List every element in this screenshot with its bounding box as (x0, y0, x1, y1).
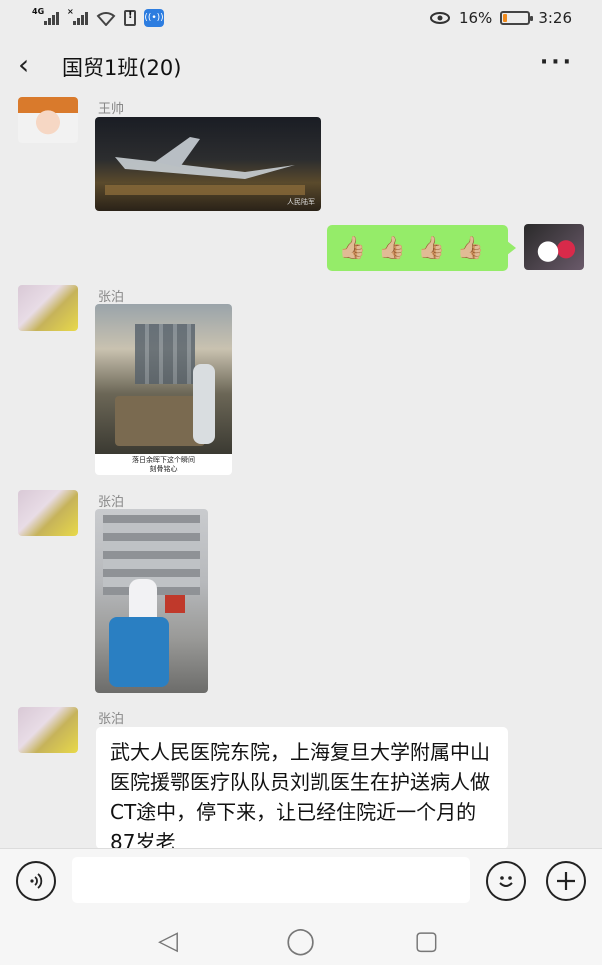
avatar[interactable] (18, 97, 78, 143)
more-dots-icon[interactable]: ··· (540, 50, 574, 75)
sender-name: 王帅 (98, 102, 125, 117)
message-bubble-outgoing[interactable]: 👍🏼👍🏼👍🏼👍🏼 (327, 225, 516, 271)
clock: 3:26 (538, 9, 572, 27)
wheelchair-patient (109, 617, 169, 687)
image-caption: 落日余晖下这个瞬间 刻骨铭心 (132, 456, 195, 473)
nav-back-icon[interactable]: ◁ (158, 926, 178, 956)
battery-alert-icon (124, 10, 136, 26)
battery-icon (500, 11, 534, 25)
signal-icon: 4G (32, 7, 59, 25)
voice-icon[interactable] (16, 861, 56, 901)
wifi-icon (96, 12, 116, 26)
image-watermark: 人民陆军 (287, 198, 315, 206)
image-message[interactable]: 人民陆军 (95, 117, 321, 211)
message-input[interactable] (72, 857, 470, 903)
nav-recent-icon[interactable]: ▢ (414, 926, 439, 956)
thumbs-up-emoji-row: 👍🏼👍🏼👍🏼👍🏼 (338, 235, 497, 261)
sender-name: 张泊 (98, 495, 125, 510)
plus-icon[interactable] (546, 861, 586, 901)
status-right: 16% 3:26 (429, 9, 572, 27)
chevron-left-icon[interactable]: ‹ (18, 51, 46, 80)
eye-comfort-icon (429, 12, 450, 24)
input-bar (0, 848, 602, 910)
message-bubble-incoming[interactable]: 武大人民医院东院，上海复旦大学附属中山医院援鄂医疗队队员刘凯医生在护送病人做CT… (96, 727, 508, 849)
message-text: 武大人民医院东院，上海复旦大学附属中山医院援鄂医疗队队员刘凯医生在护送病人做CT… (110, 740, 490, 849)
app-notification-icon: ((•)) (144, 9, 164, 27)
sender-name: 张泊 (98, 712, 125, 727)
image-message[interactable]: 落日余晖下这个瞬间 刻骨铭心 (95, 304, 232, 475)
battery-percent: 16% (458, 9, 493, 27)
red-carpet (165, 595, 185, 613)
image-message[interactable] (95, 509, 208, 693)
avatar[interactable] (18, 707, 78, 753)
sunset-photo (95, 304, 232, 454)
my-avatar[interactable] (524, 224, 584, 270)
nav-home-icon[interactable]: ◯ (286, 926, 315, 956)
system-nav-bar: ◁ ◯ ▢ (0, 910, 602, 965)
emoji-icon[interactable] (486, 861, 526, 901)
avatar[interactable] (18, 490, 78, 536)
chat-title: 国贸1班(20) (62, 56, 182, 80)
status-bar: 4G × ((•)) 16% 3:26 (0, 0, 602, 36)
network-type-label: 4G (32, 7, 45, 16)
status-left: 4G × ((•)) (32, 7, 164, 27)
avatar[interactable] (18, 285, 78, 331)
battery-fill (503, 14, 508, 22)
chat-header: ‹ 国贸1班(20) ··· (0, 36, 602, 96)
sender-name: 张泊 (98, 290, 125, 305)
signal-icon-secondary: × (67, 7, 88, 25)
